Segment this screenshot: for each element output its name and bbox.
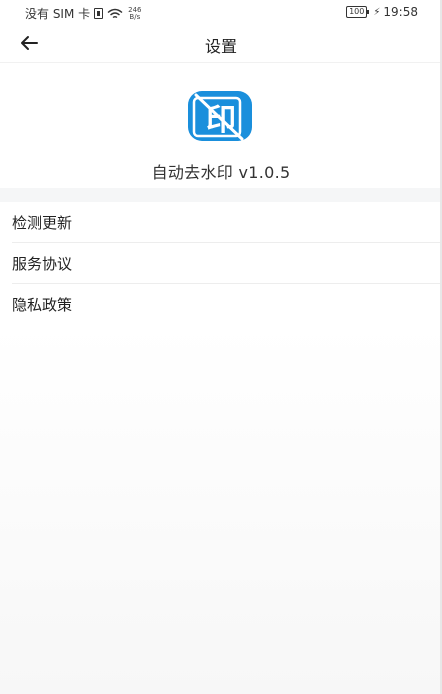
settings-item-label: 服务协议 <box>12 254 73 273</box>
settings-item-check-update[interactable]: 检测更新 <box>12 202 442 243</box>
settings-item-label: 隐私政策 <box>12 295 73 314</box>
charging-icon: ⚡︎ <box>373 6 381 18</box>
network-speed-unit: B/s <box>129 12 141 21</box>
section-divider <box>0 188 442 202</box>
page-title: 设置 <box>204 37 237 56</box>
battery-level: 100 <box>349 7 365 16</box>
empty-area <box>0 324 442 694</box>
clock: 19:58 <box>383 5 418 19</box>
settings-item-label: 检测更新 <box>12 213 73 232</box>
app-bar: 设置 <box>0 24 442 63</box>
app-version-label: 自动去水印 v1.0.5 <box>151 163 291 182</box>
status-bar: 没有 SIM 卡 246 B/s 100 ⚡︎ 19:58 <box>0 0 442 24</box>
settings-item-privacy-policy[interactable]: 隐私政策 <box>12 284 442 325</box>
network-speed: 246 B/s <box>128 6 141 21</box>
sim-card-icon <box>94 8 104 19</box>
settings-item-service-agreement[interactable]: 服务协议 <box>12 243 442 284</box>
wifi-icon <box>107 8 123 18</box>
watermark-remover-logo-icon: 印 <box>188 91 252 141</box>
about-section: 印 自动去水印 v1.0.5 <box>0 63 442 188</box>
status-right: 100 ⚡︎ 19:58 <box>346 5 418 19</box>
carrier-label: 没有 SIM 卡 <box>25 7 91 21</box>
battery-icon: 100 <box>346 6 370 18</box>
status-left: 没有 SIM 卡 246 B/s <box>25 5 142 22</box>
settings-list: 检测更新 服务协议 隐私政策 <box>0 202 442 325</box>
